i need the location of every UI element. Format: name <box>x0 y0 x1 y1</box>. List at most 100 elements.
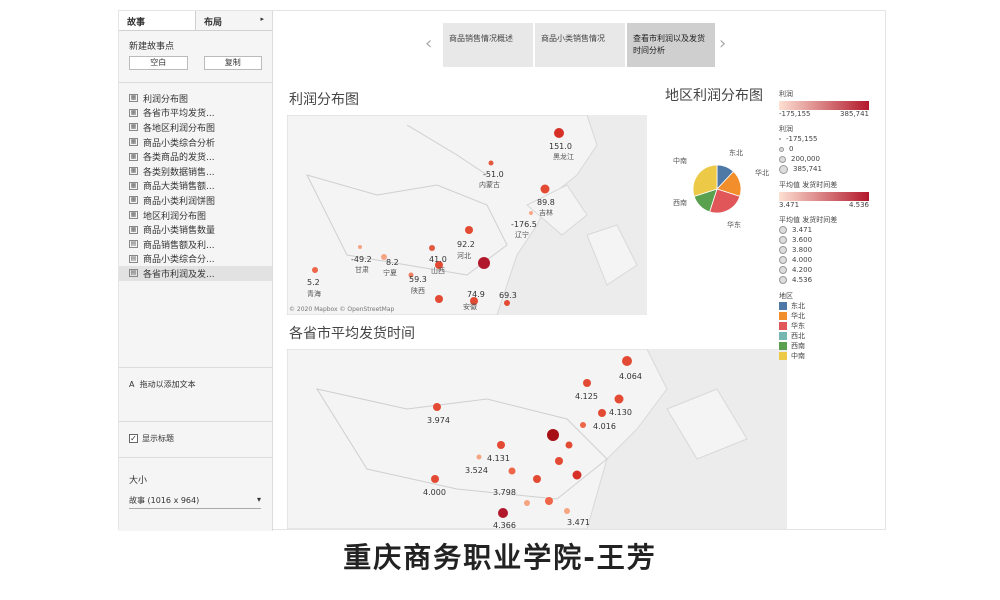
map-dot[interactable] <box>622 356 632 366</box>
sheet-item[interactable]: ▦ 各类别数据销售... <box>129 164 272 179</box>
ship-time-map[interactable]: 4.064 4.125 4.130 3.974 4.016 4.131 3.52… <box>287 349 787 529</box>
map-dot[interactable] <box>614 394 624 404</box>
region-legend-item[interactable]: 西南 <box>779 341 879 351</box>
map-dot[interactable] <box>508 467 516 475</box>
map-place-label: 宁夏 <box>383 268 397 277</box>
map-dot[interactable] <box>565 441 573 449</box>
tab-layout[interactable]: 布局 ▸ <box>196 11 272 30</box>
map-value-label: 4.130 <box>609 408 632 417</box>
map-dot[interactable] <box>498 508 508 518</box>
map-dot[interactable] <box>358 245 362 249</box>
map-dot[interactable] <box>504 300 510 306</box>
sheet-item-label: 地区利润分布图 <box>143 211 207 222</box>
sheet-item[interactable]: ▦ 地区利润分布图 <box>129 208 272 223</box>
map-dot[interactable] <box>465 226 473 234</box>
profit-size-legend-title: 利润 <box>779 125 793 133</box>
sheet-icon: ▦ <box>129 196 138 205</box>
sheet-item[interactable]: ▦ 各地区利润分布图 <box>129 120 272 135</box>
map-dot[interactable] <box>580 422 586 428</box>
map-dot[interactable] <box>435 295 443 303</box>
region-legend-item[interactable]: 华北 <box>779 311 879 321</box>
map-dot[interactable] <box>555 457 563 465</box>
map-dot[interactable] <box>583 379 591 387</box>
sheet-item[interactable]: ▦ 各类商品的发货... <box>129 149 272 164</box>
map-dot[interactable] <box>497 441 505 449</box>
map-dot[interactable] <box>431 475 439 483</box>
region-legend-item[interactable]: 西北 <box>779 331 879 341</box>
region-legend-item[interactable]: 华东 <box>779 321 879 331</box>
blank-button[interactable]: 空白 <box>129 56 188 70</box>
region-label: 西北 <box>791 332 805 340</box>
pie-label: 华东 <box>727 220 741 229</box>
avg-color-ramp[interactable] <box>779 192 869 201</box>
map-dot[interactable] <box>429 245 435 251</box>
map-dot[interactable] <box>524 500 530 506</box>
map-dot[interactable] <box>572 470 582 480</box>
next-story-point-arrow[interactable]: › <box>719 33 726 54</box>
show-title-checkbox[interactable]: ✓ <box>129 434 138 443</box>
add-text-item[interactable]: A 拖动以添加文本 <box>129 379 196 390</box>
tab-story[interactable]: 故事 <box>119 11 196 30</box>
ship-map-title: 各省市平均发货时间 <box>289 326 415 342</box>
size-label: 3.800 <box>792 246 813 254</box>
size-swatch <box>779 256 787 264</box>
region-legend-title: 地区 <box>779 292 793 300</box>
map-dot[interactable] <box>564 508 570 514</box>
sheet-item[interactable]: ▦ 商品大类销售额... <box>129 179 272 194</box>
sheet-item[interactable]: ▦ 商品小类利润饼图 <box>129 193 272 208</box>
story-point-1[interactable]: 商品销售情况概述 <box>443 23 533 67</box>
region-legend-item[interactable]: 中南 <box>779 351 879 361</box>
map-dot[interactable] <box>554 128 564 138</box>
watermark-caption: 重庆商务职业学院-王芳 <box>343 541 657 574</box>
map-dot[interactable] <box>476 454 482 460</box>
dashboard-item[interactable]: ▤ 商品小类综合分... <box>129 252 272 267</box>
sheet-item-label: 商品销售额及利... <box>143 240 215 251</box>
map-dot[interactable] <box>545 497 553 505</box>
map-dot[interactable] <box>533 475 541 483</box>
size-label: -175,155 <box>786 135 818 143</box>
collapse-arrow-icon[interactable]: ▸ <box>260 15 264 23</box>
sheet-list: ▦ 利润分布图 ▦ 各省市平均发货... ▦ 各地区利润分布图 ▦ 商品小类综合分析 ▦… <box>119 83 272 281</box>
sheet-item[interactable]: ▦ 各省市平均发货... <box>129 106 272 121</box>
pie-label: 华北 <box>755 168 769 177</box>
size-label: 0 <box>789 145 794 153</box>
map-place-label: 黑龙江 <box>553 152 574 161</box>
size-dropdown[interactable]: 故事 (1016 x 964) ▾ <box>129 495 261 509</box>
profit-color-legend-title: 利润 <box>779 90 793 98</box>
region-legend-item[interactable]: 东北 <box>779 301 879 311</box>
sheet-item[interactable]: ▦ 商品小类销售数量 <box>129 222 272 237</box>
region-label: 中南 <box>791 352 805 360</box>
map-dot[interactable] <box>478 257 490 269</box>
map-place-label: 辽宁 <box>515 230 529 239</box>
region-profit-pie[interactable]: 中南 东北 华北 华东 西南 <box>671 147 775 231</box>
region-label: 华北 <box>791 312 805 320</box>
dashboard-item-selected[interactable]: ▤ 各省市利润及发... <box>119 266 272 281</box>
dashboard-item[interactable]: ▤ 商品销售额及利... <box>129 237 272 252</box>
map-dot[interactable] <box>598 409 606 417</box>
map-dot[interactable] <box>433 403 441 411</box>
map-value-label: -49.2 <box>351 255 372 264</box>
size-value: 故事 (1016 x 964) <box>129 496 200 505</box>
profit-color-ramp[interactable] <box>779 101 869 110</box>
region-label: 东北 <box>791 302 805 310</box>
map-dot[interactable] <box>488 160 494 166</box>
story-point-3-active[interactable]: 查看市利润以及发货时间分析 <box>627 23 715 67</box>
sheet-icon: ▦ <box>129 94 138 103</box>
show-title-option[interactable]: ✓ 显示标题 <box>129 433 174 444</box>
duplicate-button[interactable]: 复制 <box>203 56 262 70</box>
pie-label: 中南 <box>673 156 687 165</box>
size-label: 3.471 <box>792 226 813 234</box>
map-value-label: 8.2 <box>386 258 399 267</box>
sheet-item[interactable]: ▦ 利润分布图 <box>129 91 272 106</box>
map-attribution[interactable]: © 2020 Mapbox © OpenStreetMap <box>289 306 394 313</box>
sheet-item-label: 各地区利润分布图 <box>143 123 216 134</box>
map-dot[interactable] <box>312 267 318 273</box>
story-point-2[interactable]: 商品小类销售情况 <box>535 23 625 67</box>
map-dot[interactable] <box>529 211 533 215</box>
previous-story-point-arrow[interactable]: ‹ <box>425 33 432 54</box>
map-dot[interactable] <box>547 429 559 441</box>
map-place-label: 河北 <box>457 252 471 260</box>
map-dot[interactable] <box>540 184 550 194</box>
profit-map[interactable]: 151.0 黑龙江 -51.0 内蒙古 89.8 吉林 -176.5 辽宁 92… <box>287 115 647 315</box>
sheet-item[interactable]: ▦ 商品小类综合分析 <box>129 135 272 150</box>
